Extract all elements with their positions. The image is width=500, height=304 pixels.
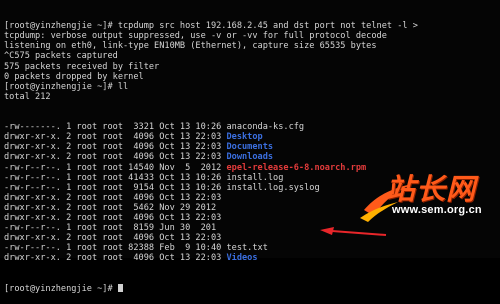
file-name: test.txt (226, 243, 268, 254)
annotation-arrow-icon (320, 227, 387, 236)
file-name: install.log.syslog (226, 182, 320, 193)
listing-row: drwxr-xr-x. 2 root root 4096 Oct 13 22:0… (4, 233, 500, 243)
file-name: Downloads (226, 152, 274, 163)
output-line: total 212 (4, 91, 51, 102)
output-line: listening on eth0, link-type EN10MB (Eth… (4, 41, 377, 52)
file-meta: -rw-------. 1 root root 3321 Oct 13 10:2… (4, 122, 227, 133)
file-name: epel-release-6-8.noarch.rpm (226, 162, 367, 173)
file-name: Videos (226, 253, 258, 264)
file-meta: -rw-r--r--. 1 root root 14540 Nov 5 2012 (4, 162, 227, 173)
file-meta: drwxr-xr-x. 2 root root 4096 Oct 13 22:0… (4, 132, 227, 143)
output-line: [root@yinzhengjie ~]# ll (4, 81, 129, 92)
file-name: Desktop (226, 132, 263, 143)
listing-row: drwxr-xr-x. 2 root root 4096 Oct 13 22:0… (4, 132, 500, 142)
output-line: ^C575 packets captured (4, 51, 118, 62)
prompt-line[interactable]: [root@yinzhengjie ~]# (4, 283, 500, 294)
listing-row: drwxr-xr-x. 2 root root 4096 Oct 13 22:0… (4, 142, 500, 152)
file-meta: drwxr-xr-x. 2 root root 4096 Oct 13 22:0… (4, 152, 227, 163)
file-meta: -rw-r--r--. 1 root root 9154 Oct 13 10:2… (4, 182, 227, 193)
output-line: [root@yinzhengjie ~]# tcpdump src host 1… (4, 21, 418, 32)
file-meta: -rw-r--r--. 1 root root 82388 Feb 9 10:4… (4, 243, 227, 254)
text-cursor (117, 283, 123, 292)
watermark-url: www.sem.org.cn (392, 204, 482, 216)
file-meta: -rw-r--r--. 1 root root 8159 Jun 30 201 (4, 223, 217, 234)
site-watermark: 站长网 www.sem.org.cn (358, 166, 490, 226)
watermark-brand: 站长网 (386, 172, 477, 206)
command-output: [root@yinzhengjie ~]# tcpdump src host 1… (4, 21, 500, 102)
file-meta: drwxr-xr-x. 2 root root 4096 Oct 13 22:0… (4, 253, 227, 264)
output-line: tcpdump: verbose output suppressed, use … (4, 31, 387, 42)
file-meta: drwxr-xr-x. 2 root root 4096 Oct 13 22:0… (4, 192, 227, 203)
output-line: 575 packets received by filter (4, 61, 160, 72)
file-name: anaconda-ks.cfg (226, 122, 305, 133)
output-line: 0 packets dropped by kernel (4, 71, 144, 82)
file-meta: drwxr-xr-x. 2 root root 4096 Oct 13 22:0… (4, 142, 227, 153)
listing-row: -rw-------. 1 root root 3321 Oct 13 10:2… (4, 122, 500, 132)
listing-row: drwxr-xr-x. 2 root root 4096 Oct 13 22:0… (4, 253, 500, 263)
listing-row: drwxr-xr-x. 2 root root 4096 Oct 13 22:0… (4, 152, 500, 162)
file-meta: drwxr-xr-x. 2 root root 5462 Nov 29 2012 (4, 202, 222, 213)
listing-row: -rw-r--r--. 1 root root 82388 Feb 9 10:4… (4, 243, 500, 253)
shell-prompt: [root@yinzhengjie ~]# (4, 283, 118, 294)
file-meta: drwxr-xr-x. 2 root root 4096 Oct 13 22:0… (4, 233, 227, 244)
file-name: install.log (226, 172, 284, 183)
file-meta: -rw-r--r--. 1 root root 41433 Oct 13 10:… (4, 172, 227, 183)
file-meta: drwxr-xr-x. 2 root root 4096 Oct 13 22:0… (4, 212, 227, 223)
file-name: Documents (226, 142, 274, 153)
